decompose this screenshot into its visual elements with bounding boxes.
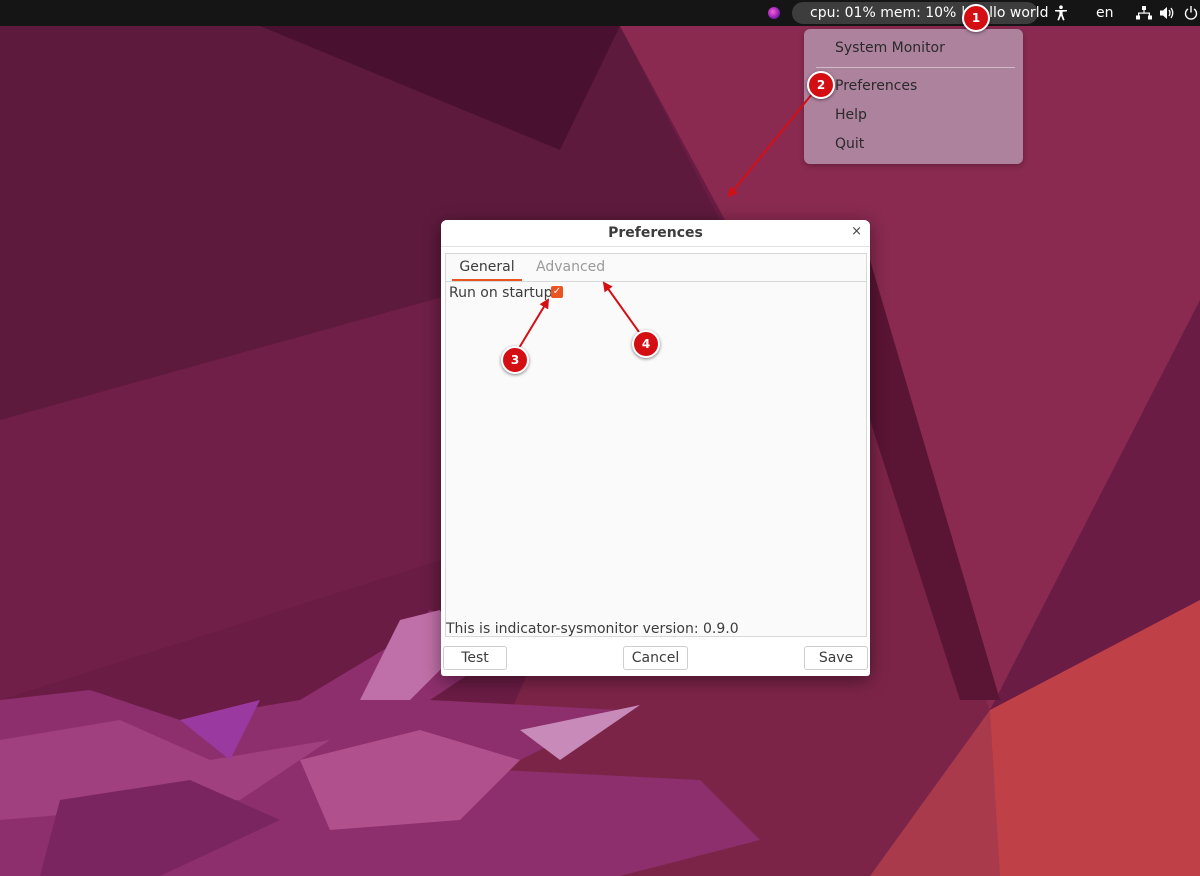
menu-item-quit[interactable]: Quit — [835, 133, 864, 155]
language-indicator[interactable]: en — [1096, 0, 1114, 26]
annotation-marker-1: 1 — [962, 4, 990, 32]
run-on-startup-checkbox[interactable]: ✓ — [551, 286, 563, 298]
dialog-title: Preferences — [608, 225, 703, 241]
top-panel: cpu: 01% mem: 10% | Hello world en — [0, 0, 1200, 26]
annotation-marker-2: 2 — [807, 71, 835, 99]
preferences-notebook: General Advanced Run on startup: ✓ This … — [445, 253, 867, 637]
tab-general[interactable]: General — [452, 254, 522, 281]
menu-item-system-monitor[interactable]: System Monitor — [835, 37, 945, 59]
run-on-startup-label: Run on startup: — [449, 285, 558, 301]
power-icon[interactable] — [1184, 0, 1198, 26]
app-indicator-icon[interactable] — [768, 7, 780, 19]
close-icon[interactable]: × — [851, 220, 862, 246]
menu-item-preferences[interactable]: Preferences — [835, 75, 917, 97]
dialog-title-bar[interactable]: Preferences — [441, 220, 870, 247]
annotation-marker-4: 4 — [632, 330, 660, 358]
menu-separator — [816, 67, 1015, 68]
indicator-menu: System Monitor Preferences Help Quit — [804, 29, 1023, 164]
preferences-dialog: Preferences × General Advanced Run on st… — [441, 220, 870, 676]
network-icon[interactable] — [1136, 0, 1152, 26]
version-label: This is indicator-sysmonitor version: 0.… — [446, 621, 739, 637]
accessibility-icon[interactable] — [1054, 0, 1068, 26]
menu-item-help[interactable]: Help — [835, 104, 867, 126]
save-button[interactable]: Save — [804, 646, 868, 670]
tab-advanced[interactable]: Advanced — [536, 254, 605, 281]
sysmonitor-indicator-text: cpu: 01% mem: 10% | Hello world — [810, 5, 1049, 21]
annotation-marker-3: 3 — [501, 346, 529, 374]
volume-icon[interactable] — [1160, 0, 1176, 26]
tab-strip: General Advanced — [446, 254, 866, 282]
cancel-button[interactable]: Cancel — [623, 646, 688, 670]
test-button[interactable]: Test — [443, 646, 507, 670]
sysmonitor-indicator[interactable]: cpu: 01% mem: 10% | Hello world — [792, 2, 1048, 24]
